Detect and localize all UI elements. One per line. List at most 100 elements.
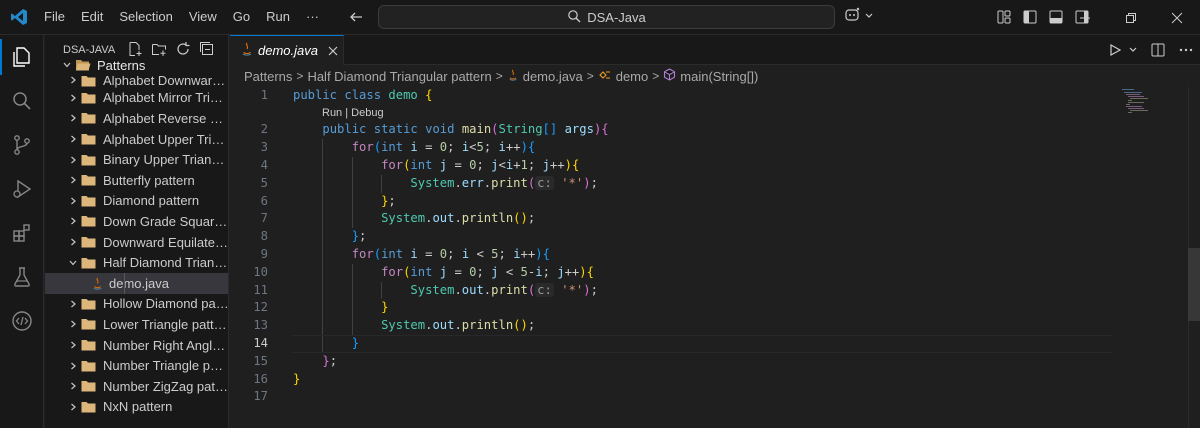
folder-icon	[81, 173, 97, 187]
tree-folder[interactable]: Alphabet Upper Trian...	[45, 129, 228, 150]
chevron-right-icon	[65, 316, 81, 332]
code-line: 13 System.out.println();	[230, 317, 1200, 335]
code-line: 2 public static void main(String[] args)…	[230, 121, 1200, 139]
title-bar: File Edit Selection View Go Run ··· DSA-…	[0, 0, 1200, 35]
close-tab-icon[interactable]	[328, 43, 338, 59]
chevron-right-icon	[65, 213, 81, 229]
search-icon[interactable]	[0, 79, 44, 123]
chevron-right-icon: >	[495, 69, 503, 83]
tree-folder[interactable]: Hollow Diamond patt...	[45, 294, 229, 315]
indent-guide	[322, 334, 324, 353]
tree-folder[interactable]: Butterfly pattern	[45, 170, 228, 191]
extensions-icon[interactable]	[0, 211, 44, 255]
tree-label: Down Grade Square ...	[103, 213, 229, 229]
folder-icon	[81, 111, 97, 125]
folder-icon	[81, 256, 97, 270]
toggle-primary-sidebar-icon[interactable]	[1021, 8, 1039, 26]
line-number: 10	[253, 264, 268, 279]
menu-edit[interactable]: Edit	[73, 0, 111, 35]
code-line: 17	[230, 388, 1200, 406]
indent-guide	[322, 192, 324, 211]
tree-folder[interactable]: Downward Equilateral...	[45, 232, 228, 253]
menu-selection[interactable]: Selection	[111, 0, 180, 35]
tree-folder[interactable]: Alphabet Reverse Rig...	[45, 108, 229, 129]
tree-label: Number Triangle patt...	[103, 358, 229, 374]
indent-guide	[322, 281, 324, 300]
code-line-current: 14 }	[230, 334, 1200, 353]
tree-folder[interactable]: Alphabet Mirror Trian...	[45, 88, 228, 109]
explorer-icon[interactable]	[0, 35, 44, 79]
line-number: 2	[260, 122, 268, 137]
tree-folder[interactable]: Number Right Angle ...	[45, 335, 228, 356]
testing-flask-icon[interactable]	[0, 255, 44, 299]
menu-more[interactable]: ···	[298, 0, 327, 35]
copilot-button[interactable]	[844, 7, 874, 26]
vscode-logo-icon	[4, 0, 34, 35]
chevron-right-icon	[65, 378, 81, 394]
breadcrumb-method-label: main(String[])	[680, 68, 759, 84]
back-arrow-icon[interactable]	[345, 6, 367, 28]
chevron-right-icon	[65, 358, 81, 374]
indent-guide	[351, 210, 353, 229]
code-editor[interactable]: 1 public class demo { Run | Debug 2 publi…	[230, 87, 1200, 406]
breadcrumb-subfolder[interactable]: Half Diamond Triangular pattern	[307, 69, 491, 84]
minimize-icon[interactable]	[1062, 0, 1108, 35]
run-java-icon[interactable]	[1108, 41, 1122, 59]
breadcrumb-folder[interactable]: Patterns	[244, 69, 292, 84]
breadcrumb-method[interactable]: main(String[])	[663, 68, 758, 84]
tree-label: Hollow Diamond patt...	[103, 296, 229, 312]
remote-code-icon[interactable]	[0, 299, 44, 343]
tree-folder[interactable]: Binary Upper Triangul...	[45, 149, 228, 170]
more-actions-icon[interactable]	[1172, 41, 1200, 59]
folder-icon	[81, 194, 97, 208]
chevron-right-icon	[65, 90, 81, 106]
file-tree: Patterns Alphabet Downward ... Alphabet M…	[45, 55, 229, 418]
menu-run[interactable]: Run	[258, 0, 298, 35]
explorer-sidebar: DSA-JAVA Patterns Alphabet Downward ... A…	[45, 35, 229, 428]
tree-folder[interactable]: Number Triangle patt...	[45, 355, 229, 376]
tree-folder[interactable]: Number ZigZag patte...	[45, 376, 228, 397]
indent-guide	[351, 174, 353, 193]
tree-folder[interactable]: Half Diamond Triangu...	[45, 252, 228, 273]
folder-icon	[81, 214, 97, 228]
line-number: 17	[253, 389, 268, 404]
code-line: 1 public class demo {	[230, 87, 1200, 105]
codelens-run-debug[interactable]: Run | Debug	[230, 105, 1200, 122]
java-file-icon	[507, 69, 519, 84]
line-number: 14	[253, 335, 268, 350]
tree-folder[interactable]: Lower Triangle pattern	[45, 314, 228, 335]
run-and-debug-icon[interactable]	[0, 167, 44, 211]
tree-label: Alphabet Reverse Rig...	[103, 110, 229, 126]
indent-guide	[124, 272, 125, 294]
breadcrumb-file[interactable]: demo.java	[507, 69, 583, 84]
vertical-scrollbar[interactable]	[1188, 87, 1200, 428]
scrollbar-thumb[interactable]	[1188, 248, 1200, 321]
tree-folder[interactable]: Alphabet Downward ...	[45, 75, 228, 88]
line-number: 9	[260, 246, 268, 261]
breadcrumb-class[interactable]: demo	[598, 69, 648, 84]
tab-demo-java[interactable]: demo.java	[230, 35, 344, 65]
restore-icon[interactable]	[1108, 0, 1154, 35]
chevron-right-icon	[65, 399, 81, 415]
indent-guide	[322, 156, 324, 175]
menu-go[interactable]: Go	[225, 0, 258, 35]
tree-folder[interactable]: Down Grade Square ...	[45, 211, 229, 232]
close-window-icon[interactable]	[1154, 0, 1200, 35]
tree-folder[interactable]: NxN pattern	[45, 397, 228, 418]
command-center-search[interactable]: DSA-Java	[378, 5, 835, 29]
tree-folder-patterns[interactable]: Patterns	[45, 55, 228, 76]
breadcrumb-file-label: demo.java	[522, 68, 583, 84]
tree-label: demo.java	[109, 275, 169, 291]
source-control-icon[interactable]	[0, 123, 44, 167]
tree-file-demo-java[interactable]: demo.java	[45, 272, 228, 294]
line-number: 6	[260, 193, 268, 208]
chevron-down-icon[interactable]	[1128, 41, 1138, 59]
indent-guide	[351, 281, 353, 300]
menu-view[interactable]: View	[181, 0, 225, 35]
split-editor-icon[interactable]	[1150, 41, 1166, 59]
indent-guide	[322, 263, 324, 282]
tree-folder[interactable]: Diamond pattern	[45, 191, 228, 212]
customize-layout-icon[interactable]	[995, 8, 1013, 26]
menu-file[interactable]: File	[36, 0, 73, 35]
minimap[interactable]	[1114, 87, 1164, 127]
